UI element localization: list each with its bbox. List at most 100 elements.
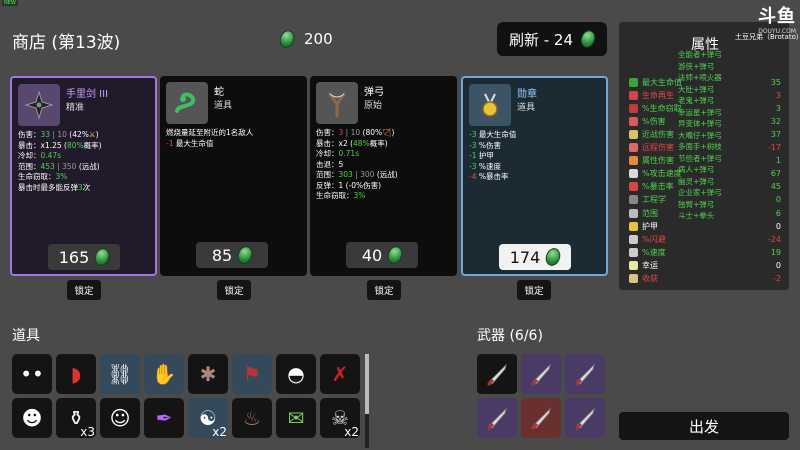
item-slot[interactable]: ◗ [56, 354, 96, 394]
attr-value: 37 [770, 129, 781, 139]
item-slot[interactable]: ⚑ [232, 354, 272, 394]
stat-segment: 0.47s [40, 151, 62, 160]
price-button[interactable]: 85 [196, 242, 268, 268]
stat-segment: 3% [353, 191, 366, 200]
attr-value: 3 [775, 103, 781, 113]
refresh-label: 刷新 - 24 [508, 30, 574, 49]
stat-line: 击退：5 [316, 160, 453, 171]
item-slot[interactable]: ✱ [188, 354, 228, 394]
shop-card-3[interactable]: 弹弓 原始 伤害：3 | 10 (80%🏹) 暴击：x2 (48%概率) 冷却：0.… [310, 76, 457, 276]
stat-segment: 范围： [18, 161, 41, 171]
weapon-slot[interactable] [521, 354, 561, 394]
shop-card-4[interactable]: 勋章 道具 -3 最大生命值 -3 %伤害 -1 护甲 -3 %速度 -4 %暴击率 1… [461, 76, 608, 276]
crit-icon [629, 182, 638, 192]
stat-segment: 护甲 [476, 151, 494, 160]
stat-segment: x1.25 [40, 140, 62, 150]
snake-icon [166, 82, 208, 124]
item-slot[interactable]: ☯ x2 [188, 398, 228, 439]
stat-line: 伤害：3 | 10 (80%🏹) [316, 128, 453, 139]
material-gem-icon [543, 246, 563, 268]
item-slot[interactable]: ⛓ [100, 354, 140, 394]
shop-card-1[interactable]: 手里剑 III 精准 伤害：33 | 10 (42%⚔) 暴击：x1.25 (80… [10, 76, 157, 276]
stat-segment: (远战) [376, 170, 398, 179]
stat-segment: 80% [66, 140, 84, 150]
harvest-icon [629, 274, 638, 283]
heart-icon [629, 77, 638, 87]
attr-value: 32 [770, 116, 781, 126]
attr-row: %闪避 -24 [629, 233, 781, 245]
stat-segment: 冷却： [18, 151, 41, 160]
card-name: 蛇 [214, 87, 224, 98]
weapon-slot[interactable] [521, 398, 561, 438]
price-button[interactable]: 40 [346, 242, 418, 268]
shop-card-2[interactable]: 蛇 道具 燃烧量延至附近的1名敌人 -1 最大生命值 85 [160, 76, 307, 276]
overlay-line: 幽灵+弹弓 [678, 176, 715, 186]
overlay-line: 大嘴仔+弹弓 [678, 130, 722, 140]
price-value: 85 [211, 245, 233, 265]
stat-segment: 反弹： [316, 180, 339, 190]
stat-segment: 48% [353, 138, 370, 148]
overlay-line: 大肚+弹弓 [678, 84, 715, 94]
scroll-thumb[interactable] [365, 354, 369, 414]
item-slot[interactable]: ⚱ x3 [56, 398, 96, 439]
lock-button-4[interactable]: 锁定 [517, 280, 551, 300]
card-stats: 燃烧量延至附近的1名敌人 -1 最大生命值 [166, 128, 303, 149]
stat-segment: 伤害： [316, 128, 339, 137]
weapon-slot[interactable] [477, 398, 517, 438]
attr-value: -24 [767, 234, 781, 244]
price-button[interactable]: 165 [48, 244, 120, 270]
item-count: x3 [80, 425, 95, 439]
weapon-slot[interactable] [477, 354, 517, 394]
stat-segment: 暴击： [18, 140, 41, 150]
card-stats: 伤害：3 | 10 (80%🏹) 暴击：x2 (48%概率) 冷却：0.71s 击退：… [316, 128, 453, 202]
lock-button-1[interactable]: 锁定 [67, 280, 101, 300]
overlay-line: 节俭者+弹弓 [678, 153, 722, 163]
item-slot[interactable]: ✋ [144, 354, 184, 394]
shop-title: 商店 (第13波) [12, 33, 121, 53]
stat-line: 燃烧量延至附近的1名敌人 [166, 128, 303, 139]
item-slot[interactable]: ◓ [276, 354, 316, 394]
items-scrollbar[interactable] [365, 354, 369, 448]
item-slot[interactable]: ✒ [144, 398, 184, 438]
lock-button-2[interactable]: 锁定 [217, 280, 251, 300]
item-slot[interactable]: ☻ [12, 398, 52, 438]
weapons-title: 武器 (6/6) [477, 328, 543, 344]
lock-button-3[interactable]: 锁定 [367, 280, 401, 300]
attr-label: 护甲 [642, 221, 658, 231]
corner-tag: NEW [2, 0, 18, 6]
stream-tag: 土豆兄弟（Brotato） [735, 33, 800, 41]
item-slot[interactable]: ☠ x2 [320, 398, 360, 439]
stat-line: 暴击时最多能反弹3次 [18, 183, 151, 194]
price-button[interactable]: 174 [499, 244, 571, 270]
stat-segment: %伤害 [476, 140, 501, 150]
item-slot[interactable]: ♨ [232, 398, 272, 438]
knife-weapon-icon [575, 363, 595, 386]
attr-row: %速度 19 [629, 246, 781, 258]
poop-item-icon: ♨ [243, 406, 261, 430]
stat-line: 暴击：x1.25 (80%概率) [18, 141, 151, 152]
stat-segment: 伤害： [18, 130, 41, 139]
eyes-item-icon: •• [20, 362, 44, 386]
material-gem-icon [277, 28, 297, 50]
item-slot[interactable]: ✉ [276, 398, 316, 438]
attr-value: 0 [775, 221, 781, 231]
item-slot[interactable]: ☺ [100, 398, 140, 438]
weapon-slot[interactable] [565, 398, 605, 438]
stat-line: 暴击：x2 (48%概率) [316, 139, 453, 150]
stat-segment: 1 (-0%伤害) [338, 180, 382, 190]
item-slot[interactable]: •• [12, 354, 52, 394]
overlay-line: 异变体+弹弓 [678, 119, 722, 128]
luck-icon [629, 260, 638, 270]
stat-line: 生命窃取：3% [316, 191, 453, 202]
weapon-slot[interactable] [565, 354, 605, 394]
card-sub: 原始 [364, 101, 383, 111]
price-value: 40 [361, 245, 383, 265]
go-button[interactable]: 出发 [619, 412, 789, 440]
attr-value: 0 [775, 260, 781, 270]
material-gem-icon [92, 246, 112, 268]
item-slot[interactable]: ✗ [320, 354, 360, 394]
stat-line: 反弹：1 (-0%伤害) [316, 181, 453, 192]
stat-line: 生命窃取：3% [18, 172, 151, 183]
refresh-button[interactable]: 刷新 - 24 [497, 22, 607, 56]
overlay-line: 法师+喷火器 [678, 73, 722, 82]
